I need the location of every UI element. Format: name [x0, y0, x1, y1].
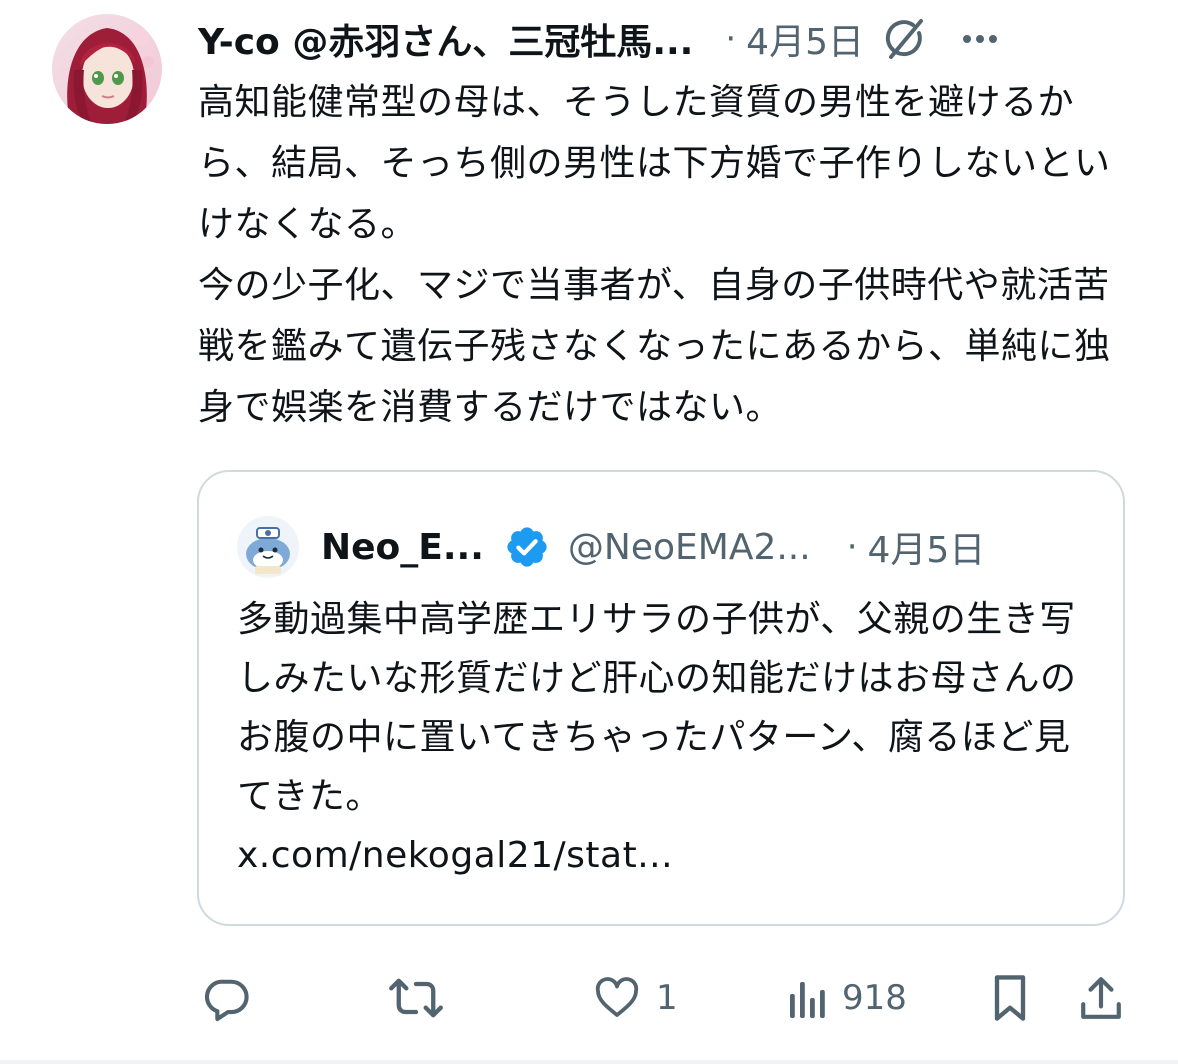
quoted-author-avatar[interactable]: [237, 516, 299, 578]
like-count: 1: [656, 978, 678, 1018]
quoted-author-display-name[interactable]: Neo_E...: [321, 527, 484, 568]
share-button[interactable]: [1078, 968, 1124, 1028]
quoted-tweet-paragraph: 多動過集中高学歴エリサラの子供が、父親の生き写しみたいな形質だけど肝心の知能だけ…: [237, 599, 1077, 817]
reply-button[interactable]: [200, 968, 266, 1028]
quoted-tweet-header: Neo_E... @NeoEMA2... · 4月5日: [321, 520, 1111, 574]
tweet-text: 高知能健常型の母は、そうした資質の男性を避けるから、結局、そっち側の男性は下方婚…: [198, 72, 1138, 438]
author-avatar[interactable]: [52, 14, 162, 124]
repost-button[interactable]: [388, 968, 458, 1028]
tweet-bottom-divider: [0, 1060, 1178, 1064]
quoted-tweet-link[interactable]: x.com/nekogal21/stat...: [237, 826, 1097, 885]
reply-icon: [204, 979, 249, 1022]
tweet-paragraph-2: 今の少子化、マジで当事者が、自身の子供時代や就活苦戦を鑑みて遺伝子残さなくなった…: [198, 265, 1111, 428]
like-button[interactable]: 1: [592, 968, 678, 1028]
more-icon: [962, 35, 997, 43]
quoted-author-avatar-image: [237, 516, 299, 578]
share-icon: [1081, 977, 1121, 1019]
views-icon: [790, 982, 825, 1018]
quoted-author-handle[interactable]: @NeoEMA2...: [568, 527, 811, 568]
views-button[interactable]: 918: [788, 968, 907, 1028]
tweet-action-bar: 1 918: [198, 968, 1138, 1028]
author-display-name[interactable]: Y-co @赤羽さん、三冠牡馬...: [198, 13, 693, 65]
bookmark-icon: [994, 975, 1026, 1021]
repost-icon: [389, 978, 443, 1018]
author-avatar-image: [52, 14, 162, 124]
bookmark-button[interactable]: [988, 968, 1032, 1028]
verified-badge-icon: [507, 527, 547, 567]
heart-icon: [595, 977, 639, 1017]
grok-icon: [885, 19, 923, 59]
tweet-timestamp[interactable]: 4月5日: [746, 13, 864, 65]
views-count: 918: [842, 978, 907, 1018]
more-button[interactable]: [960, 16, 1000, 62]
quoted-tweet-text: 多動過集中高学歴エリサラの子供が、父親の生き写しみたいな形質だけど肝心の知能だけ…: [237, 590, 1097, 885]
header-separator: ·: [725, 19, 737, 59]
quoted-header-separator: ·: [846, 527, 858, 567]
grok-button[interactable]: [882, 16, 928, 62]
quoted-tweet-card[interactable]: Neo_E... @NeoEMA2... · 4月5日 多動過集中高学歴エリサラ…: [197, 470, 1125, 926]
quoted-tweet-timestamp[interactable]: 4月5日: [868, 521, 986, 573]
tweet-header: Y-co @赤羽さん、三冠牡馬... · 4月5日: [198, 14, 1158, 64]
tweet-paragraph-1: 高知能健常型の母は、そうした資質の男性を避けるから、結局、そっち側の男性は下方婚…: [198, 82, 1111, 245]
